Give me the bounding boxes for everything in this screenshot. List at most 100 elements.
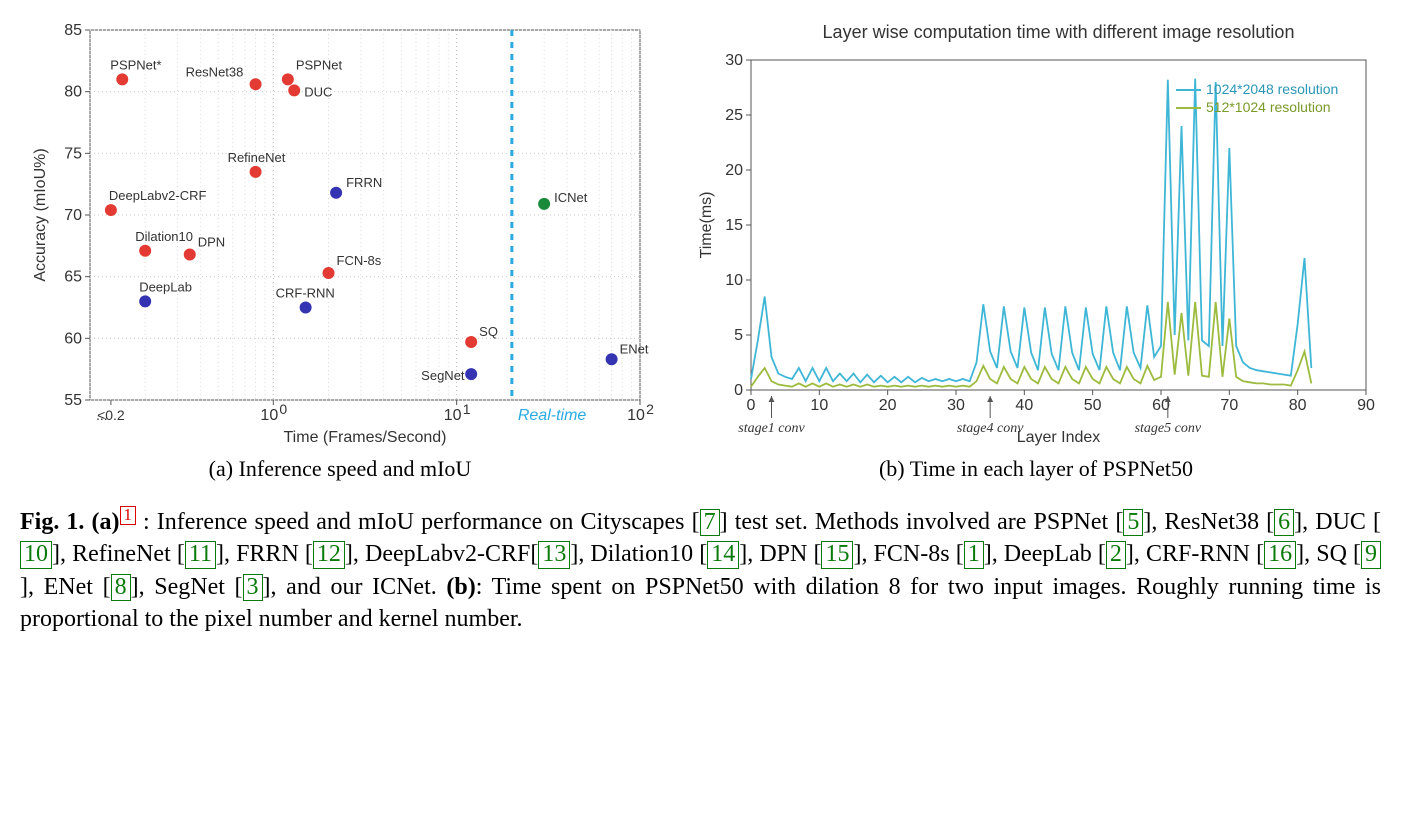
svg-text:CRF-RNN: CRF-RNN (276, 286, 335, 301)
svg-text:25: 25 (725, 107, 743, 124)
svg-text:Real-time: Real-time (518, 407, 587, 424)
svg-text:55: 55 (64, 392, 82, 409)
ref-3[interactable]: 3 (243, 574, 263, 601)
chart-a-svg: 55606570758085<0.2100101102...Time (Fram… (20, 20, 660, 450)
svg-text:0: 0 (279, 401, 287, 417)
figure-row: 55606570758085<0.2100101102...Time (Fram… (20, 20, 1381, 482)
txt-segnet: , SegNet (139, 574, 235, 600)
svg-text:Layer wise computation time wi: Layer wise computation time with differe… (823, 22, 1295, 42)
svg-text:...: ... (96, 407, 108, 423)
svg-text:30: 30 (725, 52, 743, 69)
svg-text:DeepLab: DeepLab (139, 279, 192, 294)
svg-text:ResNet38: ResNet38 (186, 64, 244, 79)
svg-text:PSPNet*: PSPNet* (110, 57, 161, 72)
svg-text:30: 30 (947, 397, 965, 414)
txt-crfrnn: , CRF-RNN (1134, 541, 1256, 567)
svg-text:10: 10 (444, 407, 462, 424)
ref-12[interactable]: 12 (313, 541, 345, 568)
svg-text:10: 10 (810, 397, 828, 414)
panel-b: Layer wise computation time with differe… (691, 20, 1381, 482)
svg-text:5: 5 (734, 327, 743, 344)
svg-text:RefineNet: RefineNet (228, 150, 286, 165)
svg-text:SQ: SQ (479, 324, 498, 339)
svg-text:ENet: ENet (620, 341, 649, 356)
svg-text:1024*2048 resolution: 1024*2048 resolution (1206, 81, 1338, 97)
txt-refine: , RefineNet (60, 541, 177, 567)
svg-text:90: 90 (1357, 397, 1375, 414)
fig-label: Fig. 1. (20, 509, 84, 535)
figure-caption: Fig. 1. (a)1 : Inference speed and mIoU … (20, 506, 1381, 636)
svg-text:85: 85 (64, 22, 82, 39)
svg-text:Layer Index: Layer Index (1017, 429, 1101, 446)
svg-text:50: 50 (1084, 397, 1102, 414)
svg-text:stage5 conv: stage5 conv (1135, 421, 1202, 436)
svg-text:10: 10 (260, 407, 278, 424)
chart-b-svg: Layer wise computation time with differe… (691, 20, 1381, 450)
svg-text:65: 65 (64, 269, 82, 286)
svg-text:FRRN: FRRN (346, 175, 382, 190)
svg-text:40: 40 (1015, 397, 1033, 414)
svg-text:Accuracy (mIoU%): Accuracy (mIoU%) (32, 148, 49, 281)
svg-text:Time(ms): Time(ms) (698, 192, 715, 259)
txt-enet: , ENet (28, 574, 103, 600)
svg-text:2: 2 (646, 401, 654, 417)
ref-5[interactable]: 5 (1123, 509, 1143, 536)
txt-dilation: , Dilation10 (578, 541, 699, 567)
svg-text:stage1 conv: stage1 conv (738, 421, 805, 436)
ref-16[interactable]: 16 (1264, 541, 1296, 568)
svg-text:20: 20 (725, 162, 743, 179)
a-label: (a) (92, 509, 120, 535)
ref-7[interactable]: 7 (700, 509, 720, 536)
svg-text:SegNet: SegNet (421, 368, 465, 383)
txt-resnet: , ResNet38 (1151, 509, 1266, 535)
ref-9[interactable]: 9 (1361, 541, 1381, 568)
svg-text:FCN-8s: FCN-8s (337, 253, 382, 268)
svg-text:70: 70 (1220, 397, 1238, 414)
ref-15[interactable]: 15 (821, 541, 853, 568)
svg-text:70: 70 (64, 207, 82, 224)
svg-text:20: 20 (879, 397, 897, 414)
ref-10[interactable]: 10 (20, 541, 52, 568)
b-label: (b) (446, 574, 475, 600)
svg-text:10: 10 (725, 272, 743, 289)
svg-text:80: 80 (1289, 397, 1307, 414)
svg-text:75: 75 (64, 145, 82, 162)
txt-icnet: , and our ICNet. (271, 574, 447, 600)
ref-14[interactable]: 14 (707, 541, 739, 568)
svg-text:stage4 conv: stage4 conv (957, 421, 1024, 436)
svg-text:DPN: DPN (198, 234, 225, 249)
svg-text:0: 0 (747, 397, 756, 414)
svg-text:Dilation10: Dilation10 (135, 229, 193, 244)
svg-text:PSPNet: PSPNet (296, 57, 343, 72)
ref-8[interactable]: 8 (111, 574, 131, 601)
svg-text:Time (Frames/Second): Time (Frames/Second) (284, 429, 447, 446)
ref-11[interactable]: 11 (185, 541, 216, 568)
txt-dpn: , DPN (747, 541, 813, 567)
svg-text:15: 15 (725, 217, 743, 234)
txt-deeplabv2: , DeepLabv2-CRF (353, 541, 530, 567)
ref-13[interactable]: 13 (538, 541, 570, 568)
cap-a-lead: : Inference speed and mIoU performance o… (143, 509, 692, 535)
ref-2[interactable]: 2 (1106, 541, 1126, 568)
ref-1[interactable]: 1 (964, 541, 984, 568)
svg-text:512*1024 resolution: 512*1024 resolution (1206, 99, 1331, 115)
footnote-ref-1[interactable]: 1 (120, 506, 136, 525)
txt-deeplab: , DeepLab (992, 541, 1098, 567)
txt-sq: , SQ (1304, 541, 1353, 567)
ref-6[interactable]: 6 (1274, 509, 1294, 536)
svg-text:80: 80 (64, 84, 82, 101)
txt-duc: , DUC (1302, 509, 1373, 535)
svg-text:10: 10 (627, 407, 645, 424)
cap-a-mid: test set. Methods involved are PSPNet (728, 509, 1116, 535)
txt-fcn: , FCN-8s (861, 541, 955, 567)
svg-text:1: 1 (463, 401, 471, 417)
svg-text:0: 0 (734, 382, 743, 399)
svg-text:ICNet: ICNet (554, 190, 588, 205)
subcaption-b: (b) Time in each layer of PSPNet50 (879, 456, 1193, 482)
txt-frrn: , FRRN (224, 541, 305, 567)
svg-text:DeepLabv2-CRF: DeepLabv2-CRF (109, 188, 207, 203)
subcaption-a: (a) Inference speed and mIoU (209, 456, 472, 482)
panel-a: 55606570758085<0.2100101102...Time (Fram… (20, 20, 660, 482)
svg-text:60: 60 (64, 330, 82, 347)
svg-text:DUC: DUC (304, 84, 332, 99)
